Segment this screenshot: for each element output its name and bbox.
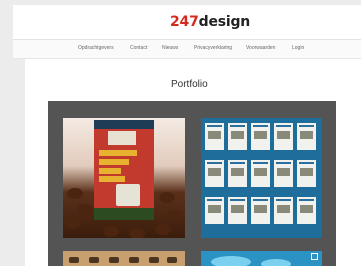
brochure-page xyxy=(228,160,247,187)
brochure-page xyxy=(274,123,293,150)
poster-text-line xyxy=(99,150,137,156)
portfolio-gallery xyxy=(48,101,336,266)
site-header: 247design xyxy=(13,5,361,40)
fish-illustration xyxy=(89,257,99,263)
coffee-bean xyxy=(129,228,145,238)
nav-item-voorwaarden[interactable]: Voorwaarden xyxy=(246,45,275,52)
poster-text-line xyxy=(99,176,125,182)
fish-illustration xyxy=(167,257,177,263)
poster-text-line xyxy=(99,168,121,174)
poster-teapot-graphic xyxy=(116,184,140,206)
nav-item-contact[interactable]: Contact xyxy=(130,45,147,52)
poster-footer-band xyxy=(94,208,154,220)
brochure-page xyxy=(251,123,270,150)
brochure-page xyxy=(228,123,247,150)
brochure-page xyxy=(297,123,316,150)
page-title: Portfolio xyxy=(171,79,208,90)
main-nav: Opdrachtgevers Contact Nieuws Privacyver… xyxy=(13,40,361,59)
portfolio-thumb-surf-photo[interactable] xyxy=(201,251,322,266)
coffee-bean xyxy=(67,188,83,199)
poster-text-line xyxy=(99,159,129,165)
event-poster-image xyxy=(94,120,154,220)
coffee-bean xyxy=(65,218,81,229)
nav-item-privacyverklaring[interactable]: Privacyverklaring xyxy=(194,45,232,52)
brochure-page xyxy=(297,160,316,187)
nav-item-opdrachtgevers[interactable]: Opdrachtgevers xyxy=(78,45,114,52)
portfolio-thumb-poster[interactable] xyxy=(63,118,185,238)
brochure-page xyxy=(205,123,224,150)
logo-number: 247 xyxy=(170,14,199,30)
site-logo[interactable]: 247design xyxy=(170,14,250,30)
wave-shape xyxy=(211,256,251,266)
brochure-page xyxy=(251,197,270,224)
brochure-page xyxy=(205,160,224,187)
fish-illustration xyxy=(109,257,119,263)
poster-photo xyxy=(108,131,136,145)
coffee-bean xyxy=(167,210,183,221)
coffee-bean xyxy=(77,204,93,215)
nav-item-nieuws[interactable]: Nieuws xyxy=(162,45,178,52)
fish-illustration xyxy=(149,257,159,263)
coffee-bean xyxy=(159,192,175,203)
poster-header-band xyxy=(94,120,154,129)
brochure-page xyxy=(251,160,270,187)
site-page: 247design Opdrachtgevers Contact Nieuws … xyxy=(0,0,361,266)
brochure-page xyxy=(274,197,293,224)
fish-illustration xyxy=(69,257,79,263)
portfolio-thumb-fish-chart[interactable] xyxy=(63,251,185,266)
portfolio-thumb-brochure[interactable] xyxy=(201,118,322,238)
brochure-page xyxy=(228,197,247,224)
coffee-bean xyxy=(155,224,171,235)
brochure-page xyxy=(205,197,224,224)
logo-word: design xyxy=(198,14,251,30)
wave-shape xyxy=(261,259,291,266)
main-content: Portfolio xyxy=(25,59,361,266)
coffee-bean xyxy=(103,226,119,237)
brochure-page xyxy=(274,160,293,187)
brochure-page xyxy=(297,197,316,224)
expand-icon[interactable] xyxy=(311,253,318,260)
nav-item-login[interactable]: Login xyxy=(292,45,304,52)
fish-illustration xyxy=(129,257,139,263)
